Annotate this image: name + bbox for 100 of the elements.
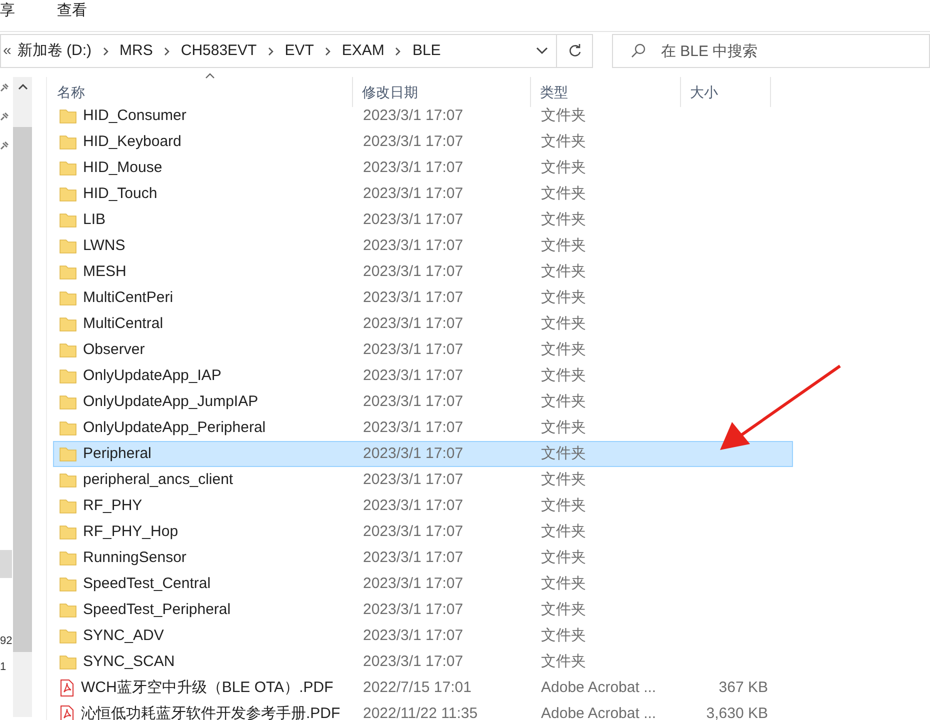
- folder-icon: [59, 472, 77, 488]
- scrollbar-thumb[interactable]: [13, 127, 32, 652]
- file-row[interactable]: MESH 2023/3/1 17:07 文件夹: [53, 259, 793, 285]
- scrollbar[interactable]: [13, 77, 32, 717]
- file-name: OnlyUpdateApp_Peripheral: [83, 418, 266, 438]
- modified-date: 2023/3/1 17:07: [363, 392, 464, 410]
- file-row[interactable]: SYNC_SCAN 2023/3/1 17:07 文件夹: [53, 649, 793, 675]
- breadcrumb-item[interactable]: EXAM: [342, 40, 384, 62]
- folder-icon: [59, 290, 77, 306]
- nav-item-label[interactable]: 1: [0, 654, 6, 680]
- file-name: LWNS: [83, 236, 126, 256]
- folder-icon: [59, 316, 77, 332]
- column-header[interactable]: 名称: [53, 77, 353, 107]
- file-name: OnlyUpdateApp_IAP: [83, 366, 222, 386]
- menu-item[interactable]: 查看: [57, 0, 87, 22]
- modified-date: 2023/3/1 17:07: [363, 366, 464, 384]
- modified-date: 2023/3/1 17:07: [363, 548, 464, 566]
- scroll-up-icon[interactable]: [18, 83, 28, 91]
- file-row[interactable]: SpeedTest_Peripheral 2023/3/1 17:07 文件夹: [53, 597, 793, 623]
- folder-icon: [59, 342, 77, 358]
- file-row[interactable]: SpeedTest_Central 2023/3/1 17:07 文件夹: [53, 571, 793, 597]
- modified-date: 2023/3/1 17:07: [363, 210, 464, 228]
- refresh-button[interactable]: [556, 34, 593, 68]
- search-icon: [630, 43, 646, 59]
- breadcrumb-item[interactable]: MRS: [120, 40, 153, 62]
- file-name: HID_Touch: [83, 184, 158, 204]
- modified-date: 2023/3/1 17:07: [363, 132, 464, 150]
- breadcrumb-item[interactable]: CH583EVT: [180, 40, 257, 62]
- folder-icon: [59, 576, 77, 592]
- overflow-chevron[interactable]: «: [1, 40, 18, 62]
- column-header[interactable]: 大小: [681, 77, 771, 107]
- file-row[interactable]: OnlyUpdateApp_JumpIAP 2023/3/1 17:07 文件夹: [53, 389, 793, 415]
- file-type: 文件夹: [541, 548, 586, 566]
- address-bar[interactable]: « 新加卷 (D:) MRS CH583EVT EVT EXAM BLE: [0, 34, 557, 68]
- nav-item-label[interactable]: 92: [0, 628, 12, 654]
- file-row[interactable]: RunningSensor 2023/3/1 17:07 文件夹: [53, 545, 793, 571]
- chevron-right-icon: [324, 46, 331, 56]
- folder-icon: [59, 186, 77, 202]
- file-row[interactable]: HID_Keyboard 2023/3/1 17:07 文件夹: [53, 129, 793, 155]
- folder-icon: [59, 212, 77, 228]
- search-field[interactable]: 在 BLE 中搜索: [612, 34, 930, 68]
- file-name: OnlyUpdateApp_JumpIAP: [83, 392, 258, 412]
- file-row[interactable]: WCH蓝牙空中升级（BLE OTA）.PDF 2022/7/15 17:01 Adobe Acrobat ... 367 KB: [53, 675, 793, 701]
- file-type: 文件夹: [541, 574, 586, 592]
- file-row[interactable]: OnlyUpdateApp_Peripheral 2023/3/1 17:07 文件夹: [53, 415, 793, 441]
- file-row[interactable]: peripheral_ancs_client 2023/3/1 17:07 文件夹: [53, 467, 793, 493]
- breadcrumb-item[interactable]: 新加卷 (D:): [17, 40, 92, 62]
- file-name: Peripheral: [83, 444, 152, 464]
- modified-date: 2023/3/1 17:07: [363, 496, 464, 514]
- modified-date: 2023/3/1 17:07: [363, 340, 464, 358]
- file-row[interactable]: HID_Touch 2023/3/1 17:07 文件夹: [53, 181, 793, 207]
- file-type: 文件夹: [541, 158, 586, 176]
- file-row[interactable]: HID_Mouse 2023/3/1 17:07 文件夹: [53, 155, 793, 181]
- pin-icon: [0, 83, 9, 92]
- file-type: 文件夹: [541, 132, 586, 150]
- chevron-right-icon: [164, 46, 170, 56]
- file-type: 文件夹: [541, 262, 586, 280]
- modified-date: 2023/3/1 17:07: [363, 288, 464, 306]
- modified-date: 2023/3/1 17:07: [363, 236, 464, 254]
- file-type: 文件夹: [541, 184, 586, 202]
- folder-icon: [59, 602, 77, 618]
- file-name: RF_PHY: [83, 496, 142, 516]
- breadcrumb-item[interactable]: EVT: [284, 40, 314, 62]
- file-type: Adobe Acrobat ...: [541, 704, 656, 720]
- menu-item[interactable]: 享: [0, 0, 15, 22]
- column-header[interactable]: 类型: [531, 77, 681, 107]
- modified-date: 2023/3/1 17:07: [363, 106, 464, 124]
- file-row[interactable]: RF_PHY 2023/3/1 17:07 文件夹: [53, 493, 793, 519]
- file-type: 文件夹: [541, 314, 586, 332]
- file-name: HID_Keyboard: [83, 132, 182, 152]
- folder-icon: [59, 108, 77, 124]
- file-row[interactable]: LWNS 2023/3/1 17:07 文件夹: [53, 233, 793, 259]
- file-row[interactable]: OnlyUpdateApp_IAP 2023/3/1 17:07 文件夹: [53, 363, 793, 389]
- file-row[interactable]: MultiCentPeri 2023/3/1 17:07 文件夹: [53, 285, 793, 311]
- column-header[interactable]: 修改日期: [353, 77, 531, 107]
- modified-date: 2023/3/1 17:07: [363, 574, 464, 592]
- folder-icon: [59, 134, 77, 150]
- sort-ascending-icon: [205, 73, 215, 79]
- file-row[interactable]: Observer 2023/3/1 17:07 文件夹: [53, 337, 793, 363]
- pdf-file-icon: [59, 679, 75, 697]
- file-row[interactable]: LIB 2023/3/1 17:07 文件夹: [53, 207, 793, 233]
- file-type: 文件夹: [541, 288, 586, 306]
- file-row[interactable]: MultiCentral 2023/3/1 17:07 文件夹: [53, 311, 793, 337]
- folder-icon: [59, 498, 77, 514]
- chevron-right-icon: [268, 46, 274, 56]
- chevron-down-icon[interactable]: [536, 47, 548, 55]
- folder-icon: [59, 160, 77, 176]
- file-name: SYNC_ADV: [83, 626, 164, 646]
- modified-date: 2023/3/1 17:07: [363, 184, 464, 202]
- folder-icon: [59, 550, 77, 566]
- file-name: LIB: [83, 210, 106, 230]
- breadcrumb-item[interactable]: BLE: [412, 40, 441, 62]
- file-row[interactable]: RF_PHY_Hop 2023/3/1 17:07 文件夹: [53, 519, 793, 545]
- file-row[interactable]: 沁恒低功耗蓝牙软件开发参考手册.PDF 2022/11/22 11:35 Adobe Acrobat ... 3,630 KB: [53, 701, 793, 720]
- file-type: 文件夹: [541, 470, 586, 488]
- file-row[interactable]: SYNC_ADV 2023/3/1 17:07 文件夹: [53, 623, 793, 649]
- file-row[interactable]: Peripheral 2023/3/1 17:07 文件夹: [53, 441, 793, 467]
- file-type: 文件夹: [541, 496, 586, 514]
- file-type: Adobe Acrobat ...: [541, 678, 656, 696]
- file-type: 文件夹: [541, 106, 586, 124]
